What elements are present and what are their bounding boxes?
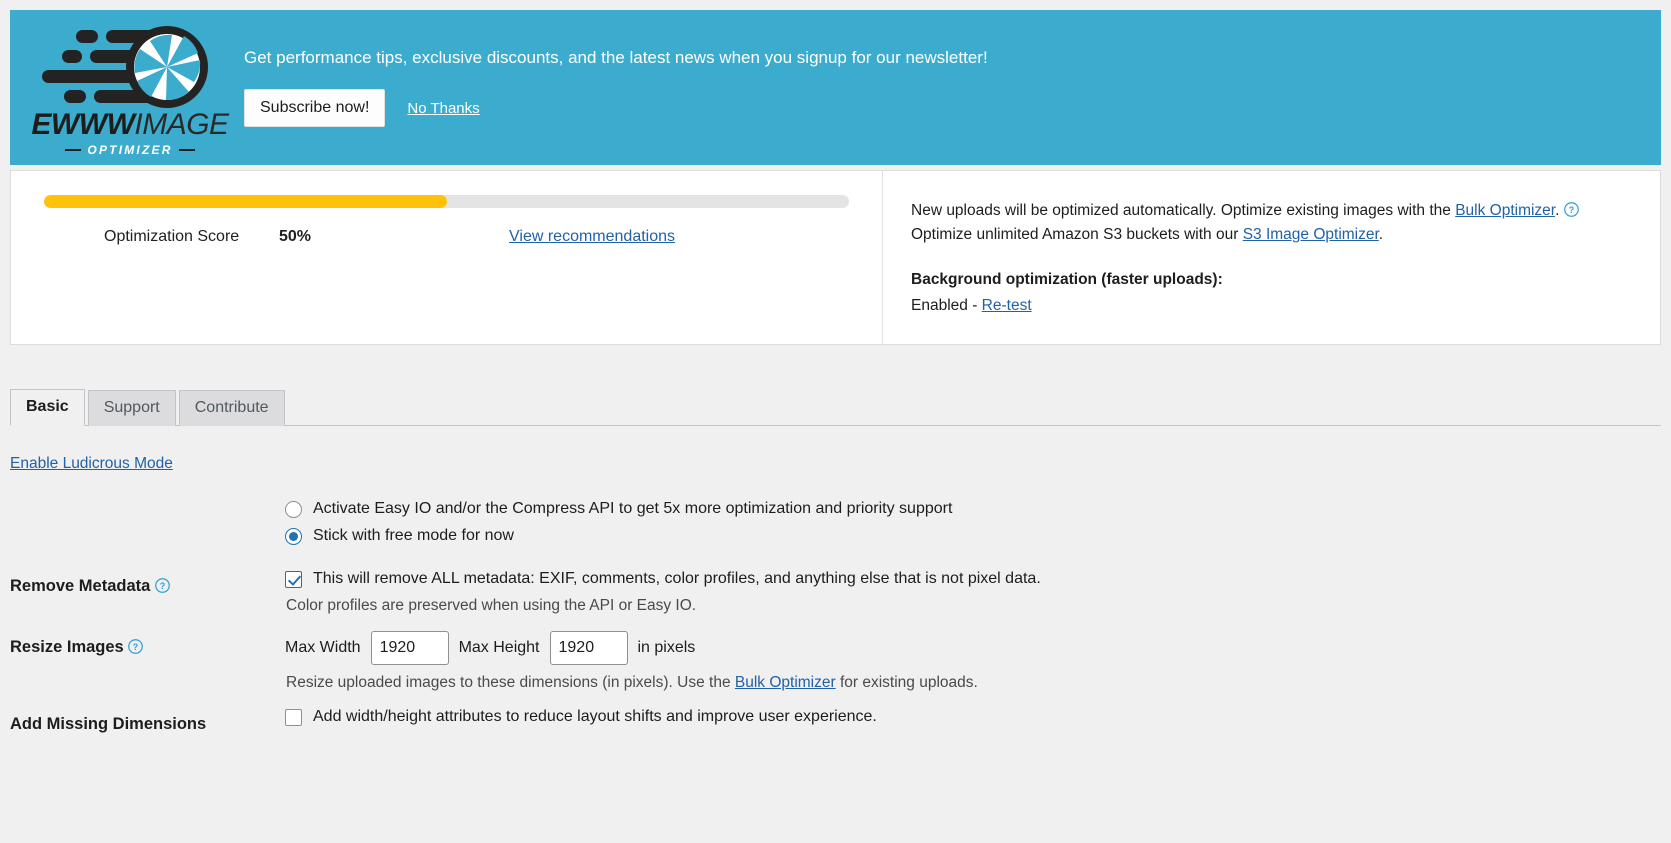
svg-text:?: ? — [160, 581, 166, 591]
banner-actions: Subscribe now! No Thanks — [244, 89, 988, 127]
banner-content: Get performance tips, exclusive discount… — [232, 10, 988, 127]
background-optimization-title: Background optimization (faster uploads)… — [911, 268, 1636, 292]
help-circle-icon[interactable]: ? — [155, 578, 170, 593]
settings-form: Activate Easy IO and/or the Compress API… — [0, 500, 1671, 735]
logo-tagline-text: OPTIMIZER — [87, 143, 172, 157]
logo-wordmark: EWWW IMAGE — [31, 108, 228, 142]
add-missing-dimensions-row: Add Missing Dimensions Add width/height … — [0, 708, 1671, 735]
tagline-dash-right — [179, 149, 195, 151]
optimization-progress-fill — [44, 195, 447, 208]
resize-images-field: Max Width Max Height in pixels Resize up… — [285, 631, 1671, 692]
tab-support[interactable]: Support — [88, 390, 176, 426]
add-missing-dimensions-checkbox-label: Add width/height attributes to reduce la… — [313, 708, 877, 726]
info-line2-post: . — [1379, 226, 1383, 243]
logo-word-light: IMAGE — [134, 108, 228, 142]
svg-text:?: ? — [133, 642, 139, 652]
tab-contribute[interactable]: Contribute — [179, 390, 285, 426]
svg-text:?: ? — [1568, 205, 1574, 215]
remove-metadata-label-text: Remove Metadata — [10, 577, 150, 595]
bulk-optimizer-info-line: New uploads will be optimized automatica… — [911, 199, 1636, 223]
help-circle-icon[interactable]: ? — [128, 639, 143, 654]
help-circle-icon[interactable]: ? — [1564, 202, 1579, 217]
remove-metadata-label: Remove Metadata ? — [10, 570, 285, 596]
remove-metadata-row: Remove Metadata ? This will remove ALL m… — [0, 570, 1671, 615]
optimization-score-panel: Optimization Score 50% View recommendati… — [11, 171, 883, 344]
units-label: in pixels — [638, 639, 696, 657]
mode-row-label — [10, 500, 285, 507]
add-missing-dimensions-checkbox-row[interactable]: Add width/height attributes to reduce la… — [285, 708, 1671, 726]
enable-ludicrous-mode-link[interactable]: Enable Ludicrous Mode — [10, 455, 173, 473]
resize-images-label: Resize Images ? — [10, 631, 285, 657]
s3-image-optimizer-link[interactable]: S3 Image Optimizer — [1243, 226, 1379, 243]
ewww-logo: EWWW IMAGE OPTIMIZER — [10, 10, 232, 157]
remove-metadata-checkbox-row[interactable]: This will remove ALL metadata: EXIF, com… — [285, 570, 1671, 588]
score-label: Optimization Score — [44, 228, 279, 246]
score-summary-row: Optimization Score 50% View recommendati… — [44, 228, 846, 246]
re-test-link[interactable]: Re-test — [982, 297, 1032, 314]
logo-tagline: OPTIMIZER — [65, 143, 194, 157]
add-missing-dimensions-field: Add width/height attributes to reduce la… — [285, 708, 1671, 735]
remove-metadata-checkbox-label: This will remove ALL metadata: EXIF, com… — [313, 570, 1041, 588]
radio-free-input[interactable] — [285, 528, 302, 545]
resize-images-row: Resize Images ? Max Width Max Height in … — [0, 631, 1671, 692]
resize-images-label-text: Resize Images — [10, 638, 124, 656]
no-thanks-link[interactable]: No Thanks — [407, 100, 479, 117]
mode-options: Activate Easy IO and/or the Compress API… — [285, 500, 1671, 554]
add-missing-dimensions-label: Add Missing Dimensions — [10, 708, 285, 734]
max-width-input[interactable] — [371, 631, 449, 665]
tagline-dash-left — [65, 149, 81, 151]
aperture-speed-icon — [32, 24, 228, 110]
view-recommendations-link[interactable]: View recommendations — [509, 228, 675, 246]
remove-metadata-field: This will remove ALL metadata: EXIF, com… — [285, 570, 1671, 615]
background-optimization-state: Enabled - Re-test — [911, 294, 1636, 318]
resize-images-note: Resize uploaded images to these dimensio… — [286, 674, 1671, 692]
banner-message: Get performance tips, exclusive discount… — [244, 48, 988, 68]
radio-option-paid[interactable]: Activate Easy IO and/or the Compress API… — [285, 500, 1671, 518]
logo-word-bold: EWWW — [31, 108, 134, 142]
tab-basic[interactable]: Basic — [10, 389, 85, 426]
max-height-input[interactable] — [550, 631, 628, 665]
settings-tabs: Basic Support Contribute — [10, 390, 1661, 426]
max-width-label: Max Width — [285, 639, 361, 657]
info-line1-pre: New uploads will be optimized automatica… — [911, 202, 1455, 219]
status-info-panel: New uploads will be optimized automatica… — [883, 171, 1660, 344]
info-line2-pre: Optimize unlimited Amazon S3 buckets wit… — [911, 226, 1243, 243]
dimension-inputs: Max Width Max Height in pixels — [285, 631, 1671, 665]
mode-selection-row: Activate Easy IO and/or the Compress API… — [0, 500, 1671, 554]
status-card: Optimization Score 50% View recommendati… — [10, 170, 1661, 345]
s3-optimizer-info-line: Optimize unlimited Amazon S3 buckets wit… — [911, 223, 1636, 247]
info-line1-post: . — [1555, 202, 1559, 219]
bulk-optimizer-link[interactable]: Bulk Optimizer — [1455, 202, 1555, 219]
resize-note-post: for existing uploads. — [836, 674, 978, 691]
optimization-progress-bar — [44, 195, 849, 208]
radio-free-label: Stick with free mode for now — [313, 527, 514, 545]
background-state-text: Enabled - — [911, 297, 982, 314]
remove-metadata-checkbox[interactable] — [285, 571, 302, 588]
remove-metadata-note: Color profiles are preserved when using … — [286, 597, 1671, 615]
settings-page: EWWW IMAGE OPTIMIZER Get performance tip… — [0, 0, 1671, 843]
newsletter-banner: EWWW IMAGE OPTIMIZER Get performance tip… — [10, 10, 1661, 165]
score-value: 50% — [279, 228, 509, 246]
radio-option-free[interactable]: Stick with free mode for now — [285, 527, 1671, 545]
add-missing-dimensions-checkbox[interactable] — [285, 709, 302, 726]
max-height-label: Max Height — [459, 639, 540, 657]
resize-note-bulk-optimizer-link[interactable]: Bulk Optimizer — [735, 674, 836, 691]
resize-note-pre: Resize uploaded images to these dimensio… — [286, 674, 735, 691]
radio-paid-input[interactable] — [285, 501, 302, 518]
radio-paid-label: Activate Easy IO and/or the Compress API… — [313, 500, 952, 518]
subscribe-button[interactable]: Subscribe now! — [244, 89, 385, 127]
